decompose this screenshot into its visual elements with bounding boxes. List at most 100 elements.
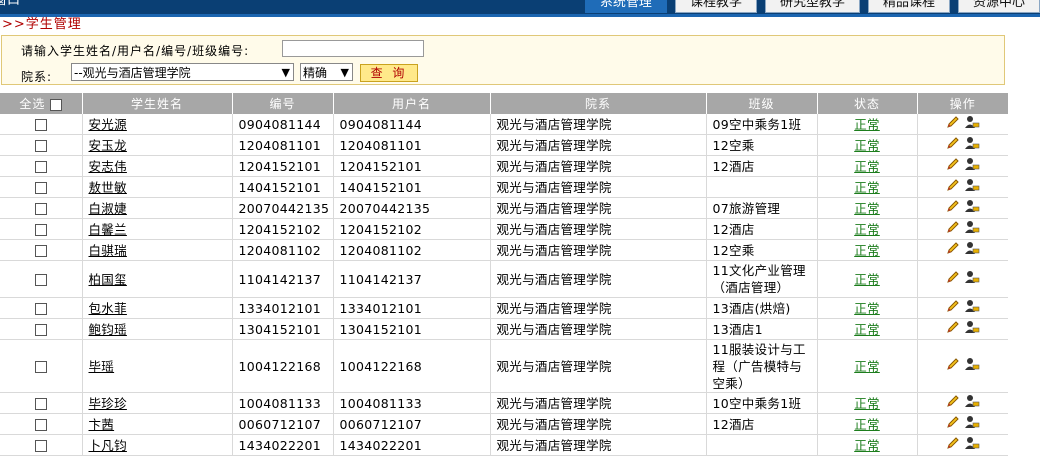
user-role-icon[interactable] <box>964 220 980 238</box>
student-name-link[interactable]: 毕珍珍 <box>89 396 127 411</box>
status-link[interactable]: 正常 <box>824 179 911 196</box>
edit-pencil-icon[interactable] <box>946 270 960 288</box>
edit-pencil-icon[interactable] <box>946 357 960 375</box>
edit-pencil-icon[interactable] <box>946 241 960 259</box>
row-select-cell <box>0 218 82 240</box>
edit-pencil-icon[interactable] <box>946 220 960 238</box>
col-header-dept[interactable]: 院系 <box>489 93 706 114</box>
status-link[interactable]: 正常 <box>824 321 911 338</box>
row-checkbox[interactable] <box>34 182 47 194</box>
username-cell: 1204152101 <box>332 155 490 177</box>
tab-resource-center[interactable]: 资源中心 <box>957 0 1040 13</box>
class-cell: 07旅游管理 <box>705 197 817 219</box>
student-name-link[interactable]: 安光源 <box>89 117 127 132</box>
student-name-link[interactable]: 安玉龙 <box>89 138 127 153</box>
row-checkbox[interactable] <box>34 361 47 373</box>
student-name-link[interactable]: 鲍钧瑶 <box>89 322 127 337</box>
edit-pencil-icon[interactable] <box>946 115 960 133</box>
student-name-link[interactable]: 白馨兰 <box>89 222 127 237</box>
select-all-checkbox[interactable] <box>50 98 63 111</box>
user-role-icon[interactable] <box>964 115 980 133</box>
user-role-icon[interactable] <box>964 199 980 217</box>
name-cell: 毕瑶 <box>81 339 232 393</box>
top-nav-bar: 窗口 系统管理 课程教学 研究型教学 精品课程 资源中心 <box>0 0 1040 14</box>
status-link[interactable]: 正常 <box>824 116 911 133</box>
tab-research-teaching[interactable]: 研究型教学 <box>764 0 860 13</box>
status-link[interactable]: 正常 <box>824 242 911 259</box>
name-cell: 白馨兰 <box>81 218 232 240</box>
ops-cell <box>916 318 1008 340</box>
match-mode-select[interactable]: 精确 ▼ <box>300 63 353 81</box>
status-link[interactable]: 正常 <box>824 200 911 217</box>
edit-pencil-icon[interactable] <box>946 136 960 154</box>
number-cell: 0904081144 <box>231 114 333 135</box>
row-checkbox[interactable] <box>34 274 47 286</box>
class-cell <box>705 176 817 198</box>
col-header-number[interactable]: 编号 <box>231 93 333 114</box>
table-row: 鲍钧瑶 1304152101 1304152101 观光与酒店管理学院 13酒店1 正常 <box>0 318 1008 340</box>
student-name-link[interactable]: 卜凡钧 <box>89 438 127 453</box>
status-link[interactable]: 正常 <box>824 271 911 288</box>
row-checkbox[interactable] <box>34 419 47 431</box>
col-header-class[interactable]: 班级 <box>705 93 817 114</box>
user-role-icon[interactable] <box>964 299 980 317</box>
user-role-icon[interactable] <box>964 136 980 154</box>
user-role-icon[interactable] <box>964 157 980 175</box>
user-role-icon[interactable] <box>964 178 980 196</box>
user-role-icon[interactable] <box>964 270 980 288</box>
status-link[interactable]: 正常 <box>824 137 911 154</box>
status-link[interactable]: 正常 <box>824 416 911 433</box>
dept-cell: 观光与酒店管理学院 <box>489 260 706 298</box>
tab-quality-courses[interactable]: 精品课程 <box>867 0 950 13</box>
student-name-link[interactable]: 卞茜 <box>89 417 115 432</box>
col-header-name[interactable]: 学生姓名 <box>81 93 232 114</box>
tab-system-management[interactable]: 系统管理 <box>584 0 667 13</box>
edit-pencil-icon[interactable] <box>946 199 960 217</box>
edit-pencil-icon[interactable] <box>946 394 960 412</box>
status-link[interactable]: 正常 <box>824 358 911 375</box>
student-name-link[interactable]: 敖世敏 <box>89 180 127 195</box>
row-checkbox[interactable] <box>34 224 47 236</box>
student-name-link[interactable]: 毕瑶 <box>89 359 115 374</box>
row-checkbox[interactable] <box>34 140 47 152</box>
row-checkbox[interactable] <box>34 203 47 215</box>
row-checkbox[interactable] <box>34 440 47 452</box>
row-checkbox[interactable] <box>34 245 47 257</box>
user-role-icon[interactable] <box>964 357 980 375</box>
dept-select[interactable]: --观光与酒店管理学院 ▼ <box>71 63 294 81</box>
user-role-icon[interactable] <box>964 320 980 338</box>
status-cell: 正常 <box>816 318 917 340</box>
edit-pencil-icon[interactable] <box>946 320 960 338</box>
match-mode-value: 精确 <box>303 66 328 80</box>
col-header-username[interactable]: 用户名 <box>332 93 490 114</box>
row-checkbox[interactable] <box>34 398 47 410</box>
chevron-down-icon: ▼ <box>340 66 349 79</box>
student-name-link[interactable]: 柏国玺 <box>89 272 127 287</box>
keyword-input[interactable] <box>282 40 424 57</box>
dept-cell: 观光与酒店管理学院 <box>489 155 706 177</box>
student-name-link[interactable]: 白骐瑞 <box>89 243 127 258</box>
user-role-icon[interactable] <box>964 241 980 259</box>
select-all-header[interactable]: 全选 <box>0 93 82 114</box>
row-checkbox[interactable] <box>34 161 47 173</box>
edit-pencil-icon[interactable] <box>946 299 960 317</box>
user-role-icon[interactable] <box>964 394 980 412</box>
edit-pencil-icon[interactable] <box>946 157 960 175</box>
status-link[interactable]: 正常 <box>824 158 911 175</box>
edit-pencil-icon[interactable] <box>946 178 960 196</box>
class-cell: 12酒店 <box>705 413 817 435</box>
student-name-link[interactable]: 安志伟 <box>89 159 127 174</box>
status-link[interactable]: 正常 <box>824 395 911 412</box>
row-checkbox[interactable] <box>34 119 47 131</box>
status-link[interactable]: 正常 <box>824 437 911 454</box>
student-name-link[interactable]: 包水菲 <box>89 301 127 316</box>
edit-pencil-icon[interactable] <box>946 415 960 433</box>
status-link[interactable]: 正常 <box>824 221 911 238</box>
user-role-icon[interactable] <box>964 415 980 433</box>
query-button[interactable]: 查 询 <box>360 64 418 82</box>
student-name-link[interactable]: 白淑婕 <box>89 201 127 216</box>
tab-course-teaching[interactable]: 课程教学 <box>674 0 757 13</box>
row-checkbox[interactable] <box>34 324 47 336</box>
status-link[interactable]: 正常 <box>824 300 911 317</box>
row-checkbox[interactable] <box>34 303 47 315</box>
